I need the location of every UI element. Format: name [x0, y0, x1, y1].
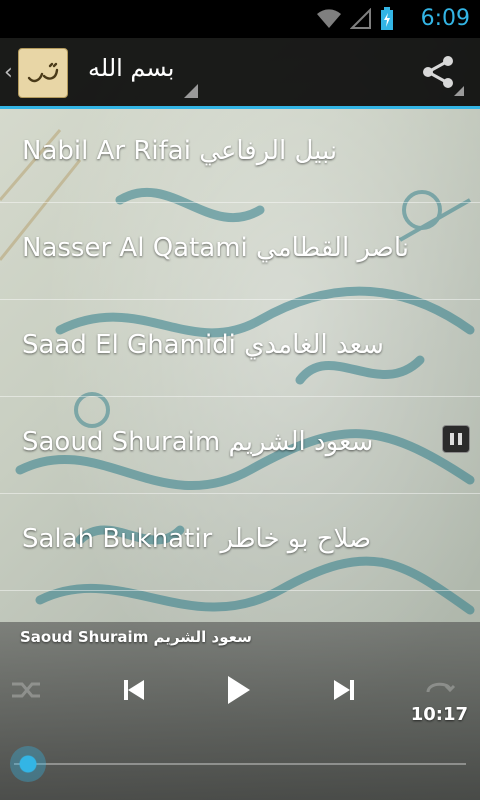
- shuffle-icon[interactable]: [6, 670, 46, 710]
- reciter-list: Nabil Ar Rifai نبيل الرفاعي Nasser Al Qa…: [0, 106, 480, 591]
- app-title[interactable]: بسم الله: [88, 54, 174, 82]
- next-icon[interactable]: [324, 670, 364, 710]
- screen: 6:09 ‹ بسم الله Nabil Ar Rifai نبيل الرف…: [0, 0, 480, 800]
- reciter-row[interactable]: Nasser Al Qatami ناصر القطامي: [0, 203, 480, 300]
- title-dropdown-indicator: [184, 84, 198, 98]
- elapsed-time: 10:17: [410, 704, 468, 725]
- overflow-indicator: [454, 86, 464, 96]
- status-icons: [316, 6, 394, 32]
- battery-icon: [381, 7, 393, 30]
- reciter-row[interactable]: Nabil Ar Rifai نبيل الرفاعي: [0, 106, 480, 203]
- reciter-row[interactable]: Saoud Shuraim سعود الشريم: [0, 397, 480, 494]
- signal-icon: [350, 8, 371, 29]
- now-playing-label: Saoud Shuraim سعود الشريم: [20, 628, 252, 646]
- seek-thumb[interactable]: [10, 746, 46, 782]
- status-bar: 6:09: [0, 0, 480, 38]
- reciter-row[interactable]: Salah Bukhatir صلاح بو خاطر: [0, 494, 480, 591]
- share-icon[interactable]: [418, 54, 458, 90]
- reciter-label: Nabil Ar Rifai نبيل الرفاعي: [22, 136, 338, 166]
- seek-bar[interactable]: [10, 746, 466, 782]
- reciter-label: Nasser Al Qatami ناصر القطامي: [22, 233, 410, 263]
- app-logo-icon[interactable]: [18, 48, 68, 98]
- wifi-icon: [317, 9, 341, 28]
- app-logo-glyph: [27, 62, 59, 83]
- player-panel: Saoud Shuraim سعود الشريم 10:17: [0, 622, 480, 800]
- reciter-row[interactable]: Saad El Ghamidi سعد الغامدي: [0, 300, 480, 397]
- back-chevron-icon[interactable]: ‹: [4, 60, 13, 85]
- action-bar: ‹ بسم الله: [0, 38, 480, 109]
- reciter-label: Saad El Ghamidi سعد الغامدي: [22, 330, 384, 360]
- play-icon[interactable]: [218, 670, 258, 710]
- previous-icon[interactable]: [114, 670, 154, 710]
- status-time: 6:09: [420, 6, 470, 31]
- reciter-label: Salah Bukhatir صلاح بو خاطر: [22, 524, 372, 554]
- seek-track: [14, 763, 466, 765]
- reciter-label: Saoud Shuraim سعود الشريم: [22, 427, 374, 457]
- pause-icon[interactable]: [442, 425, 470, 453]
